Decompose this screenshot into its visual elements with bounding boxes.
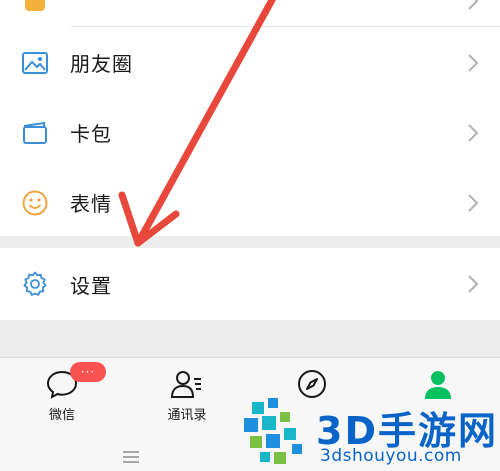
tab-label: 微信 (48, 408, 75, 423)
menu-row-moments[interactable]: 朋友圈 (0, 27, 500, 98)
chevron-right-icon (468, 53, 479, 72)
empty-area (0, 320, 500, 357)
section-gap (0, 236, 500, 248)
chevron-right-icon (468, 275, 479, 293)
tab-chats[interactable]: ··· 微信 (12, 362, 112, 428)
chat-bubble-icon: ··· (44, 362, 106, 400)
menu-list: 朋友圈 卡包 表情 (0, 0, 500, 238)
menu-row-settings[interactable]: 设置 (0, 248, 500, 320)
menu-row-card-wallet[interactable]: 卡包 (0, 97, 500, 168)
menu-lines-icon[interactable] (121, 449, 141, 465)
menu-label-moments: 朋友圈 (70, 52, 133, 76)
smiley-icon (20, 188, 50, 218)
contacts-icon (169, 368, 205, 400)
menu-row-stickers[interactable]: 表情 (0, 167, 500, 238)
moments-icon (20, 48, 50, 78)
watermark-logo-icon (244, 398, 302, 464)
unread-badge: ··· (70, 362, 106, 382)
tab-contacts[interactable]: 通讯录 (137, 368, 237, 428)
chevron-right-icon (468, 123, 479, 142)
chevron-right-icon (468, 0, 479, 10)
tab-label: 通讯录 (167, 408, 207, 423)
watermark: 3D手游网 3dshouyou.com (240, 396, 500, 471)
partial-item-icon (20, 0, 50, 16)
menu-label-card-wallet: 卡包 (70, 122, 112, 146)
menu-label-settings: 设置 (70, 273, 112, 298)
chevron-right-icon (468, 193, 479, 212)
menu-label-stickers: 表情 (70, 192, 112, 216)
gear-icon (20, 269, 50, 299)
watermark-url: 3dshouyou.com (320, 446, 462, 466)
card-wallet-icon (20, 118, 50, 148)
